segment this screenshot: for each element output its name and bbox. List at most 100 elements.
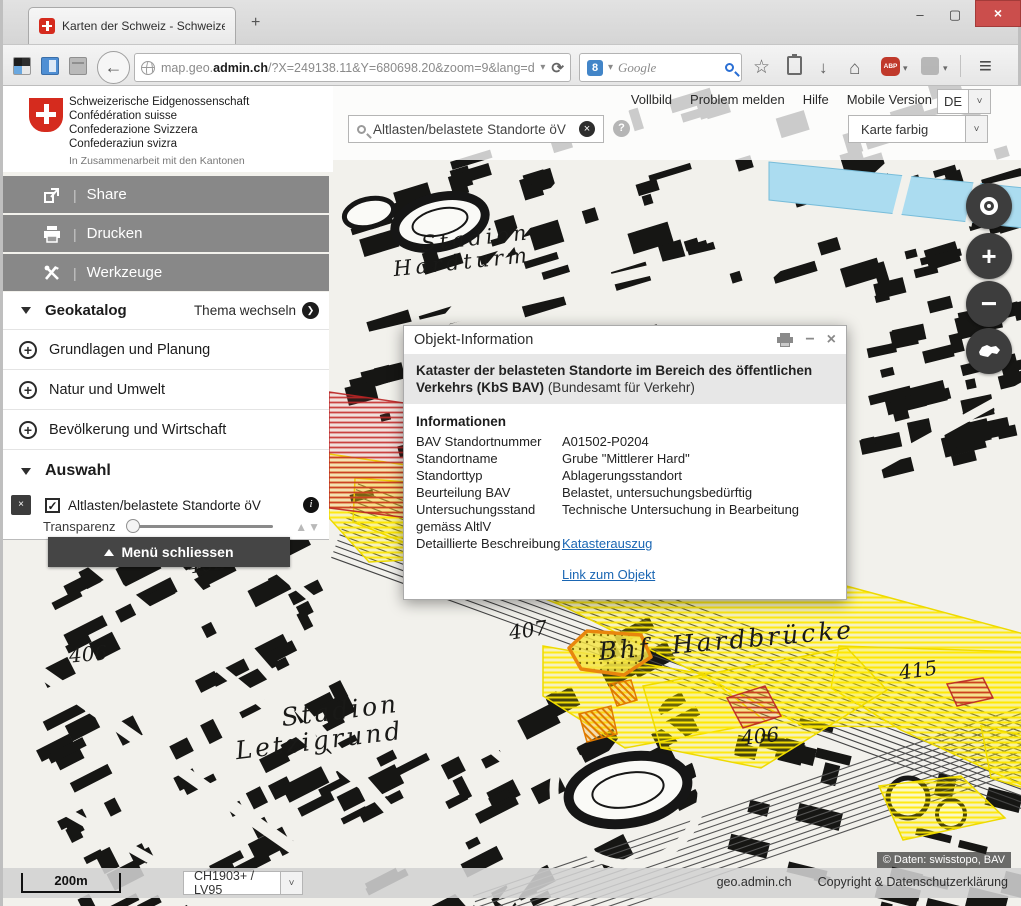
org-name-lines: Schweizerische Eidgenossenschaft Confédé…: [69, 95, 333, 151]
map-page: Stadion Hardturm Bhf. Hardbrücke Stadion…: [3, 86, 1021, 906]
share-label: Share: [87, 186, 127, 203]
sidebar-item-share[interactable]: | Share: [3, 176, 329, 213]
map-search-input[interactable]: Altlasten/belastete Standorte öV ×: [348, 115, 604, 143]
triangle-down-icon: [21, 307, 31, 314]
target-icon: [980, 197, 998, 215]
projection-value: CH1903+ / LV95: [184, 869, 280, 897]
url-bar[interactable]: map.geo.admin.ch/?X=249138.11&Y=680698.2…: [134, 53, 571, 82]
hamburger-menu-icon[interactable]: ≡: [979, 53, 992, 79]
google-engine-icon[interactable]: 8: [587, 60, 603, 76]
clear-search-icon[interactable]: ×: [579, 121, 595, 137]
adblock-icon[interactable]: ABP: [881, 57, 900, 76]
adblock-caret-icon[interactable]: ▾: [903, 63, 908, 74]
search-placeholder: Google: [618, 60, 720, 76]
browser-tab[interactable]: Karten der Schweiz - Schweize...: [28, 7, 236, 44]
footer-bar: 200m CH1903+ / LV95 ˅ geo.admin.ch Copyr…: [3, 868, 1021, 898]
layer-info-icon[interactable]: i: [303, 497, 319, 513]
link-problem-melden[interactable]: Problem melden: [690, 92, 785, 107]
info-section-title: Informationen: [416, 414, 834, 429]
sidebar-item-werkzeuge[interactable]: | Werkzeuge: [3, 254, 329, 291]
projection-select[interactable]: CH1903+ / LV95 ˅: [183, 871, 303, 895]
close-menu-button[interactable]: Menü schliessen: [48, 537, 290, 567]
auswahl-header[interactable]: Auswahl: [3, 450, 329, 492]
layer-reorder-arrows[interactable]: ▲▼: [295, 520, 321, 534]
search-icon: [357, 125, 366, 134]
close-popup-icon[interactable]: ×: [827, 331, 836, 349]
search-icon[interactable]: [725, 63, 734, 72]
object-info-popup[interactable]: Objekt-Information − × Kataster der bela…: [403, 325, 847, 600]
layer-checkbox[interactable]: ✓: [45, 498, 60, 513]
contrast-addon-icon[interactable]: [13, 57, 31, 75]
popup-subtitle: Kataster der belasteten Standorte im Ber…: [404, 354, 846, 404]
remove-layer-button[interactable]: ×: [11, 495, 31, 515]
auswahl-label: Auswahl: [45, 462, 111, 480]
search-help-icon[interactable]: ?: [613, 120, 630, 137]
category-natur[interactable]: + Natur und Umwelt: [3, 370, 329, 410]
geocatalog-panel: Geokatalog Thema wechseln ❯ + Grundlagen…: [3, 292, 329, 540]
expand-plus-icon: +: [19, 341, 37, 359]
katasterauszug-link[interactable]: Katasterauszug: [562, 535, 834, 552]
bookmarks-menu-icon[interactable]: [787, 56, 802, 75]
chevron-down-icon: ˅: [965, 116, 987, 142]
window-titlebar: Karten der Schweiz - Schweize... + – ▢ ×: [3, 0, 1018, 44]
header-links: Vollbild Problem melden Hilfe Mobile Ver…: [631, 92, 932, 107]
chevron-down-icon: ˅: [968, 90, 990, 113]
expand-plus-icon: +: [19, 381, 37, 399]
drucken-label: Drucken: [87, 225, 143, 242]
link-vollbild[interactable]: Vollbild: [631, 92, 672, 107]
back-button[interactable]: ←: [97, 51, 130, 84]
info-row: Untersuchungsstand gemäss AltlVTechnisch…: [416, 501, 834, 535]
home-icon[interactable]: ⌂: [849, 58, 860, 80]
search-bar[interactable]: 8 ▾ Google: [579, 53, 742, 82]
geoadmin-link[interactable]: geo.admin.ch: [717, 875, 792, 889]
plugin-icon[interactable]: [921, 57, 939, 75]
info-row: StandortnameGrube "Mittlerer Hard": [416, 450, 834, 467]
transparency-slider[interactable]: [128, 525, 273, 528]
plugin-caret-icon[interactable]: ▾: [943, 63, 948, 74]
sidebar-addon-icon[interactable]: [41, 57, 59, 75]
thema-wechseln-button[interactable]: Thema wechseln ❯: [194, 302, 319, 319]
info-row: StandorttypAblagerungsstandort: [416, 467, 834, 484]
slider-knob[interactable]: [126, 519, 140, 533]
url-dropdown-icon[interactable]: ▾: [540, 62, 545, 73]
divider: |: [73, 226, 77, 242]
toolbar-separator: [960, 55, 961, 77]
minimize-popup-icon[interactable]: −: [805, 331, 814, 349]
zoom-out-button[interactable]: −: [966, 281, 1012, 327]
link-zum-objekt[interactable]: Link zum Objekt: [562, 566, 834, 583]
zoom-to-switzerland-button[interactable]: [966, 328, 1012, 374]
tools-icon: [43, 264, 61, 282]
popup-header[interactable]: Objekt-Information − ×: [404, 326, 846, 354]
print-icon[interactable]: [777, 333, 793, 347]
maximize-button[interactable]: ▢: [941, 6, 969, 26]
scale-bar: 200m: [21, 873, 121, 893]
map-style-select[interactable]: Karte farbig ˅: [848, 115, 988, 143]
category-grundlagen[interactable]: + Grundlagen und Planung: [3, 330, 329, 370]
link-hilfe[interactable]: Hilfe: [803, 92, 829, 107]
triangle-down-icon: [21, 468, 31, 475]
divider: |: [73, 265, 77, 281]
bookmark-star-icon[interactable]: ☆: [753, 56, 770, 79]
copyright-link[interactable]: Copyright & Datenschutzerklärung: [818, 875, 1008, 889]
language-select[interactable]: DE ˅: [937, 89, 991, 114]
info-row: BAV StandortnummerA01502-P0204: [416, 433, 834, 450]
close-button[interactable]: ×: [975, 0, 1021, 27]
minimize-button[interactable]: –: [906, 6, 934, 26]
category-bevoelkerung[interactable]: + Bevölkerung und Wirtschaft: [3, 410, 329, 450]
sidebar-item-drucken[interactable]: | Drucken: [3, 215, 329, 252]
geolocation-button[interactable]: [966, 183, 1012, 229]
archive-addon-icon[interactable]: [69, 57, 87, 75]
engine-caret-icon[interactable]: ▾: [608, 62, 613, 73]
divider: |: [73, 187, 77, 203]
language-value: DE: [938, 94, 968, 109]
geokatalog-label: Geokatalog: [45, 302, 127, 319]
swiss-flag-favicon: [39, 18, 55, 34]
zoom-in-button[interactable]: +: [966, 233, 1012, 279]
downloads-icon[interactable]: ↓: [819, 58, 828, 78]
link-mobile-version[interactable]: Mobile Version: [847, 92, 932, 107]
transparency-label: Transparenz: [43, 519, 116, 534]
geokatalog-header[interactable]: Geokatalog Thema wechseln ❯: [3, 292, 329, 330]
reload-icon[interactable]: ⟳: [551, 59, 564, 77]
tab-title: Karten der Schweiz - Schweize...: [62, 19, 225, 33]
new-tab-button[interactable]: +: [251, 14, 260, 32]
